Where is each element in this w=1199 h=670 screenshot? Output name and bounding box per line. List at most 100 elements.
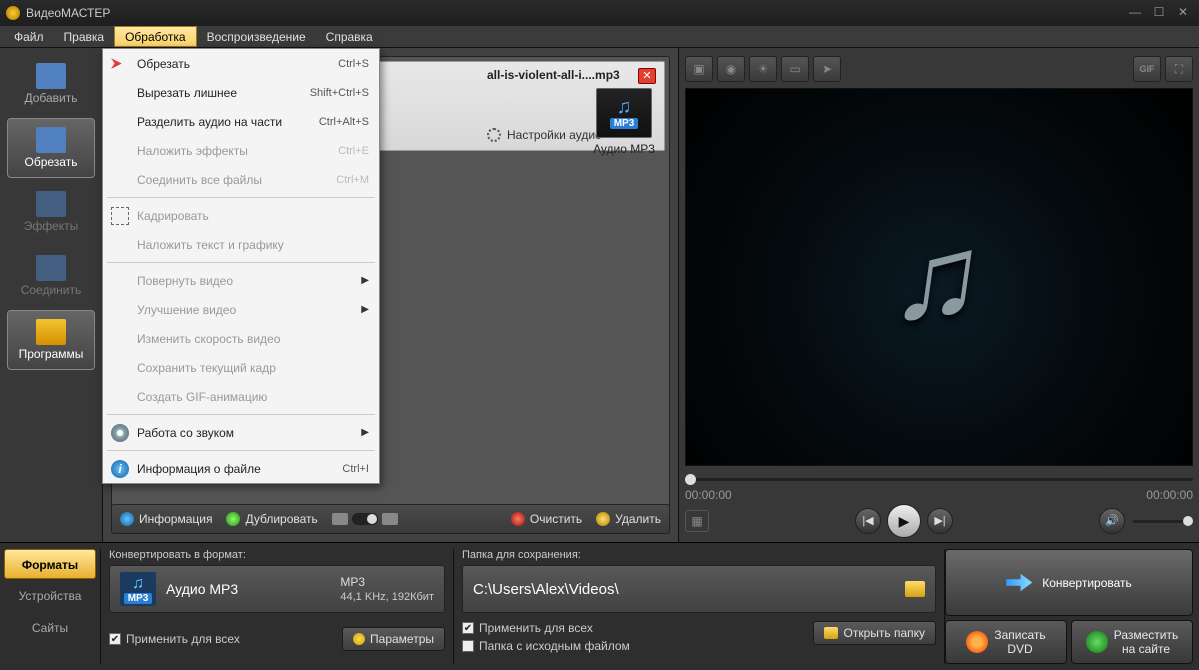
- music-note-icon: ♫: [884, 208, 993, 346]
- menu-help[interactable]: Справка: [316, 26, 383, 47]
- film-add-icon: [36, 63, 66, 89]
- file-name: all-is-violent-all-i....mp3: [487, 68, 620, 82]
- menu-item[interactable]: Вырезать лишнееShift+Ctrl+S: [103, 78, 379, 107]
- duplicate-icon: [226, 512, 240, 526]
- app-logo-icon: [6, 6, 20, 20]
- info-icon: i: [111, 460, 129, 478]
- burn-dvd-button[interactable]: ЗаписатьDVD: [945, 620, 1067, 664]
- menu-item[interactable]: ОбрезатьCtrl+S: [103, 49, 379, 78]
- preview-canvas: ♫: [685, 88, 1193, 466]
- note-icon: ♫ MP3: [120, 572, 156, 606]
- crop-icon: [111, 207, 129, 225]
- pv-tool-speed[interactable]: ➤: [813, 56, 841, 82]
- seek-thumb[interactable]: [685, 474, 696, 485]
- menu-item: Создать GIF-анимацию: [103, 382, 379, 411]
- key-icon: [36, 319, 66, 345]
- browse-folder-button[interactable]: [905, 581, 925, 597]
- pv-tool-gif[interactable]: GIF: [1133, 56, 1161, 82]
- duplicate-button[interactable]: Дублировать: [226, 512, 317, 526]
- sidebar: Добавить Обрезать Эффекты Соединить Прог…: [0, 48, 102, 542]
- clear-button[interactable]: Очистить: [511, 512, 582, 526]
- delete-icon: [596, 512, 610, 526]
- mp3-label: MP3: [610, 118, 639, 129]
- close-window-button[interactable]: ✕: [1173, 5, 1193, 21]
- menu-item: Сохранить текущий кадр: [103, 353, 379, 382]
- checkbox-icon: ✔: [462, 622, 474, 634]
- sidebar-join[interactable]: Соединить: [7, 246, 95, 306]
- sidebar-programs[interactable]: Программы: [7, 310, 95, 370]
- format-badge[interactable]: ♫ MP3 Аудио MP3: [592, 88, 656, 156]
- minimize-button[interactable]: —: [1125, 5, 1145, 21]
- audio-settings-label: Настройки аудио: [507, 128, 602, 142]
- save-path-box[interactable]: C:\Users\Alex\Videos\: [462, 565, 936, 613]
- menu-item: Наложить текст и графику: [103, 230, 379, 259]
- format-name: Аудио MP3: [592, 142, 656, 156]
- menu-edit[interactable]: Правка: [54, 26, 115, 47]
- folder-icon: [824, 627, 838, 639]
- open-folder-button[interactable]: Открыть папку: [813, 621, 936, 645]
- pv-tool-crop[interactable]: ▣: [685, 56, 713, 82]
- disc-icon: [966, 631, 988, 653]
- format-detail: 44,1 KHz, 192Кбит: [340, 591, 434, 603]
- info-icon: [120, 512, 134, 526]
- convert-button[interactable]: Конвертировать: [945, 549, 1193, 616]
- output-tabs: Форматы Устройства Сайты: [0, 543, 100, 670]
- menu-item[interactable]: iИнформация о файлеCtrl+I: [103, 454, 379, 483]
- gear-icon: [353, 633, 365, 645]
- sidebar-label: Программы: [19, 347, 84, 361]
- view-switcher[interactable]: [332, 513, 398, 525]
- processing-menu-dropdown: ОбрезатьCtrl+SВырезать лишнееShift+Ctrl+…: [102, 48, 380, 484]
- gear-icon: [487, 128, 501, 142]
- sidebar-add[interactable]: Добавить: [7, 54, 95, 114]
- sidebar-label: Эффекты: [24, 219, 79, 233]
- volume-thumb[interactable]: [1183, 516, 1193, 526]
- time-current: 00:00:00: [685, 488, 732, 502]
- mute-button[interactable]: 🔊: [1099, 508, 1125, 534]
- info-button[interactable]: Информация: [120, 512, 212, 526]
- prev-button[interactable]: |◀: [855, 508, 881, 534]
- pv-tool-snapshot[interactable]: ◉: [717, 56, 745, 82]
- tab-formats[interactable]: Форматы: [4, 549, 96, 579]
- menu-processing[interactable]: Обработка: [114, 26, 197, 47]
- sidebar-trim[interactable]: Обрезать: [7, 118, 95, 178]
- apply-all-save-checkbox[interactable]: ✔ Применить для всех: [462, 621, 630, 635]
- parameters-button[interactable]: Параметры: [342, 627, 445, 651]
- tab-devices[interactable]: Устройства: [4, 581, 96, 611]
- menu-item: Наложить эффектыCtrl+E: [103, 136, 379, 165]
- menu-item: Изменить скорость видео: [103, 324, 379, 353]
- sidebar-label: Добавить: [24, 91, 77, 105]
- menu-file[interactable]: Файл: [4, 26, 54, 47]
- time-total: 00:00:00: [1146, 488, 1193, 502]
- save-path: C:\Users\Alex\Videos\: [473, 581, 895, 598]
- menubar: Файл Правка Обработка Воспроизведение Сп…: [0, 26, 1199, 48]
- next-button[interactable]: ▶|: [927, 508, 953, 534]
- file-remove-button[interactable]: ✕: [638, 68, 656, 84]
- scis-icon: [111, 55, 129, 73]
- pv-tool-fullscreen[interactable]: ⛶: [1165, 56, 1193, 82]
- menu-item: Кадрировать: [103, 201, 379, 230]
- pv-tool-filmstrip[interactable]: ▭: [781, 56, 809, 82]
- arrow-icon: [1006, 572, 1032, 594]
- source-folder-checkbox[interactable]: Папка с исходным файлом: [462, 639, 630, 653]
- menu-item[interactable]: Работа со звуком▶: [103, 418, 379, 447]
- format-heading: Конвертировать в формат:: [109, 549, 445, 561]
- volume-slider[interactable]: [1133, 520, 1193, 523]
- menu-item: Улучшение видео▶: [103, 295, 379, 324]
- apply-all-format-checkbox[interactable]: ✔ Применить для всех: [109, 632, 240, 646]
- audio-settings-link[interactable]: Настройки аудио: [487, 128, 602, 142]
- seek-slider[interactable]: [685, 472, 1193, 486]
- upload-site-button[interactable]: Разместитьна сайте: [1071, 620, 1193, 664]
- format-selector[interactable]: ♫ MP3 Аудио MP3 MP3 44,1 KHz, 192Кбит: [109, 565, 445, 613]
- tab-sites[interactable]: Сайты: [4, 613, 96, 643]
- maximize-button[interactable]: ☐: [1149, 5, 1169, 21]
- sidebar-label: Обрезать: [25, 155, 78, 169]
- play-button[interactable]: ▶: [887, 504, 921, 538]
- pv-tool-brightness[interactable]: ☀: [749, 56, 777, 82]
- checkbox-icon: ✔: [109, 633, 121, 645]
- snapshot-button[interactable]: ▦: [685, 510, 709, 532]
- format-title: Аудио MP3: [166, 581, 238, 597]
- menu-item[interactable]: Разделить аудио на частиCtrl+Alt+S: [103, 107, 379, 136]
- delete-button[interactable]: Удалить: [596, 512, 661, 526]
- sidebar-effects[interactable]: Эффекты: [7, 182, 95, 242]
- menu-playback[interactable]: Воспроизведение: [197, 26, 316, 47]
